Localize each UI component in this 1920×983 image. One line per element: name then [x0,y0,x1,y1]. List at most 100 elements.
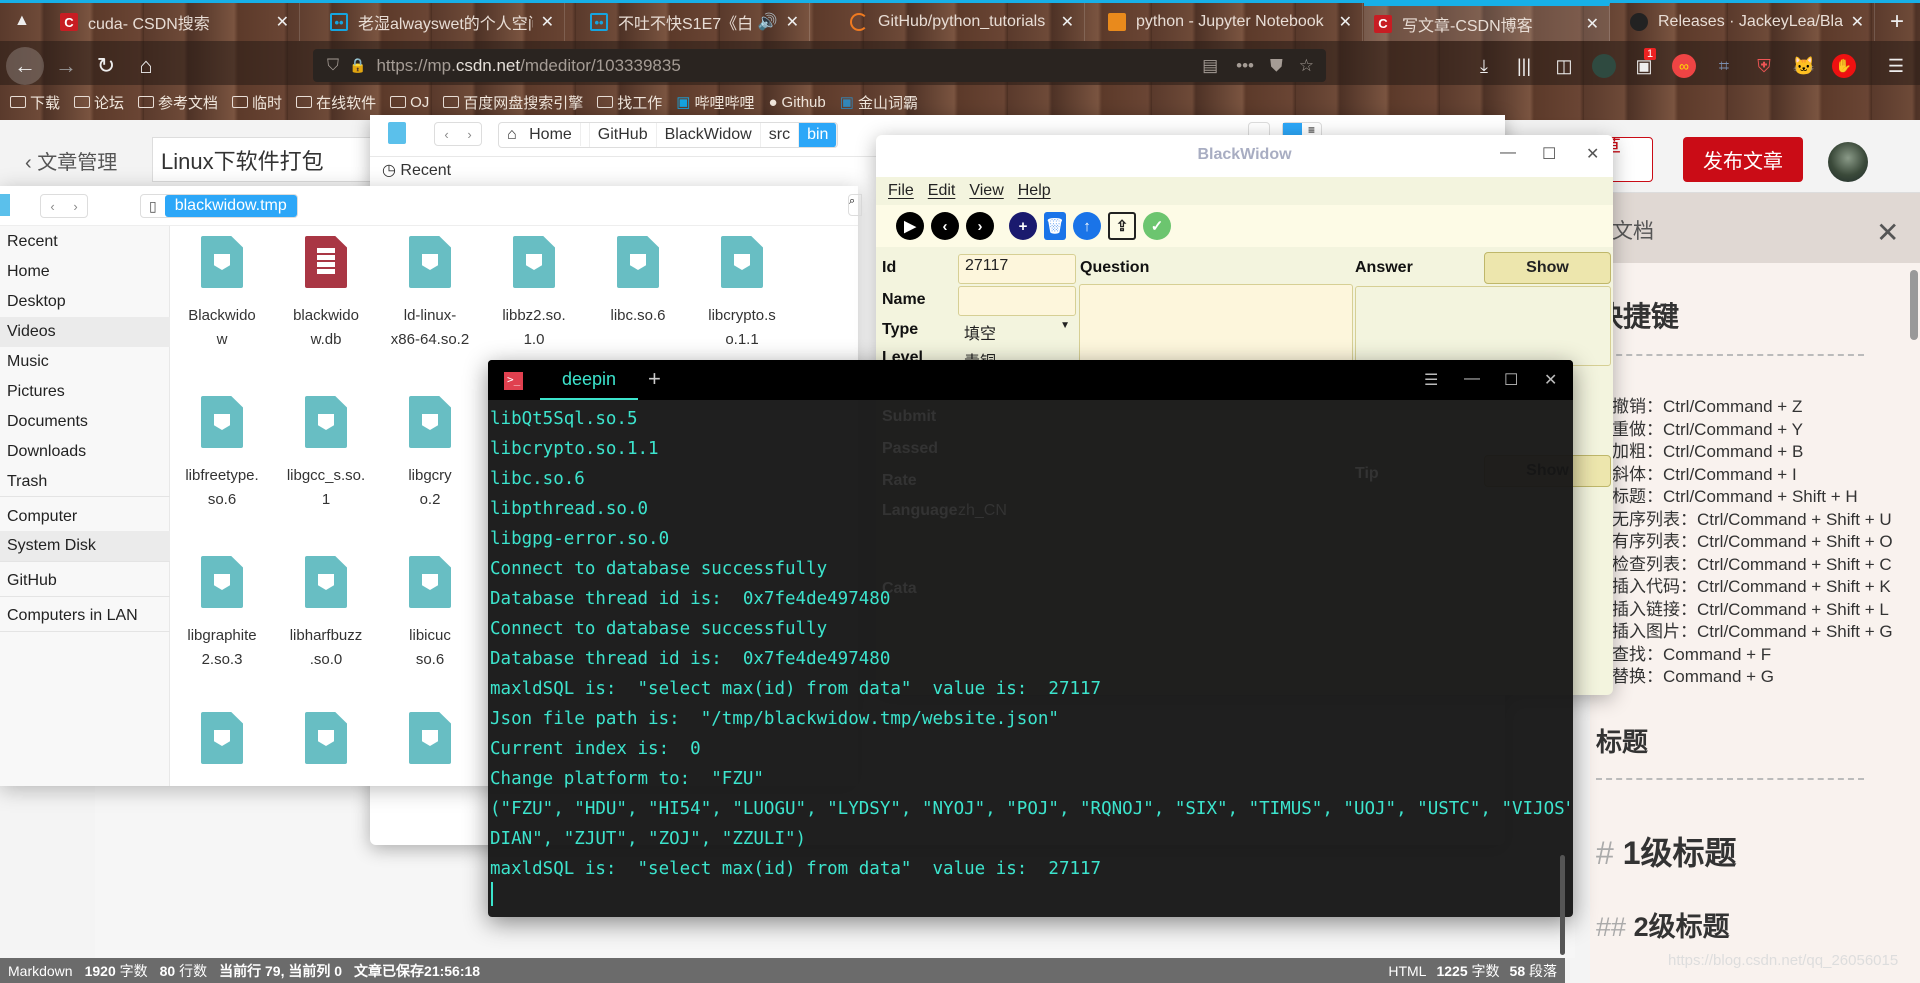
bookmark-folder[interactable]: 临时 [232,92,282,113]
home-button[interactable]: ⌂ [130,50,162,82]
type-select[interactable]: 填空 ▼ [958,318,1076,344]
path-current[interactable]: blackwidow.tmp [164,195,297,217]
maximize-button[interactable]: ☐ [1542,144,1556,164]
article-manage-link[interactable]: ‹ 文章管理 [25,146,117,175]
adblock-icon[interactable]: ✋ [1832,54,1856,78]
delete-button[interactable]: 🗑 [1044,212,1066,240]
bookmark-folder[interactable]: 参考文档 [138,92,218,113]
bookmark-link[interactable]: ● Github [768,94,825,111]
avatar[interactable] [1828,142,1868,182]
extension-icon[interactable]: ▣ 1 [1632,48,1657,78]
page-actions-icon[interactable]: ••• [1236,56,1254,76]
add-button[interactable]: + [1009,212,1037,240]
cat-extension-icon[interactable]: 🐱 [1792,54,1816,78]
shield-icon[interactable]: ⛉ [327,57,339,75]
breadcrumb-src[interactable]: src [761,123,800,147]
extension-avatar-icon[interactable] [1592,54,1616,78]
shield-extension-icon[interactable]: ⛨ [1752,54,1776,78]
back-button[interactable]: ← [6,47,44,85]
menu-view[interactable]: View [969,182,1003,200]
sidebar-item-computers-in-lan[interactable]: Computers in LAN [0,601,170,631]
sidebar-item-recent[interactable]: Recent [0,227,170,257]
article-title-input[interactable]: Linux下软件打包 [152,137,392,182]
sidebar-item-github[interactable]: GitHub [0,566,170,596]
file-item[interactable]: blackwido w.db [274,236,378,352]
previous-button[interactable]: ‹ [931,212,959,240]
file-item[interactable]: libbz2.so. 1.0 [482,236,586,352]
back-icon[interactable]: ‹ [444,127,448,142]
file-item[interactable] [170,712,274,780]
bookmark-folder[interactable]: 下载 [10,92,60,113]
close-tab-icon[interactable]: ✕ [1586,14,1599,34]
close-tab-icon[interactable]: ✕ [541,12,554,32]
menu-file[interactable]: File [888,182,914,200]
sidebar-item-documents[interactable]: Documents [0,407,170,437]
sidebar-item-music[interactable]: Music [0,347,170,377]
history-nav[interactable]: ‹ › [40,194,88,218]
question-text[interactable] [1079,284,1353,364]
terminal-maximize-button[interactable]: ☐ [1504,370,1518,390]
breadcrumb-home[interactable]: ⌂ Home [499,123,590,147]
tab-csdn-search[interactable]: C cuda- CSDN搜索 ✕ [50,3,300,41]
tab-bilibili-video[interactable]: •• 不吐不快S1E7《白雪公主》 🔊 ✕ [580,3,810,41]
infinity-extension-icon[interactable]: ∞ [1672,54,1696,78]
menu-icon[interactable]: ☰ [1884,54,1908,78]
bookmark-folder[interactable]: 论坛 [74,92,124,113]
bookmark-folder[interactable]: 找工作 [597,92,662,113]
breadcrumb-blackwidow[interactable]: BlackWidow [657,123,761,147]
file-item[interactable]: libfreetype. so.6 [170,396,274,512]
forward-icon[interactable]: › [73,199,77,214]
menu-edit[interactable]: Edit [928,182,956,200]
forward-icon[interactable]: › [467,127,471,142]
tab-csdn-write[interactable]: C 写文章-CSDN博客 ✕ [1364,3,1610,41]
pocket-icon[interactable]: ⛊ [1270,56,1283,76]
publish-button[interactable]: 发布文章 [1683,137,1803,182]
file-item[interactable]: libcrypto.s o.1.1 [690,236,794,352]
sidebar-item-pictures[interactable]: Pictures [0,377,170,407]
search-button[interactable]: ⌕ [848,194,862,216]
export-button[interactable]: ⇪ [1108,212,1136,240]
sidebar-item-home[interactable]: Home [0,257,170,287]
answer-text[interactable] [1355,286,1611,366]
tab-jupyter[interactable]: python - Jupyter Notebook ✕ [1098,3,1363,41]
bookmark-link[interactable]: ▣ 哔哩哔哩 [676,92,754,113]
id-field[interactable]: 27117 [958,254,1076,284]
close-tab-icon[interactable]: ✕ [1339,12,1352,32]
new-tab-button[interactable]: + [1890,8,1904,36]
tab-github-python[interactable]: GitHub/python_tutorials ✕ [840,3,1085,41]
close-button[interactable]: ✕ [1586,144,1599,164]
minimize-button[interactable]: — [1500,144,1516,162]
file-item[interactable]: libgcc_s.so. 1 [274,396,378,512]
breadcrumb-github[interactable]: GitHub [590,123,657,147]
bookmark-folder[interactable]: OJ [390,94,429,111]
file-item[interactable]: libharfbuzz .so.0 [274,556,378,672]
sidebar-icon[interactable]: ◫ [1552,54,1576,78]
download-icon[interactable]: ⤓ [1472,54,1496,78]
close-tab-icon[interactable]: ✕ [1061,12,1074,32]
close-icon[interactable]: ✕ [1876,216,1899,249]
lock-icon[interactable]: 🔒 [349,57,366,74]
speaker-icon[interactable]: 🔊 [758,12,778,32]
terminal-output[interactable]: libQt5Sql.so.5 libcrypto.so.1.1 libc.so.6 l… [490,404,1570,884]
terminal-tab[interactable]: deepin [540,360,638,400]
file-item[interactable]: libc.so.6 [586,236,690,328]
sidebar-item-desktop[interactable]: Desktop [0,287,170,317]
file-item[interactable] [378,712,482,780]
history-nav[interactable]: ‹ › [434,122,482,146]
name-field[interactable] [958,286,1076,316]
tab-github-releases[interactable]: Releases · JackeyLea/BlackWidow ✕ [1620,3,1875,41]
help-scrollbar[interactable] [1910,270,1918,340]
next-button[interactable]: › [966,212,994,240]
file-item[interactable]: libgcry o.2 [378,396,482,512]
terminal-scrollbar[interactable] [1560,855,1565,955]
check-location-button[interactable]: ✓ [1143,212,1171,240]
tab-bilibili-space[interactable]: •• 老湿alwayswet的个人空间 ✕ [320,3,565,41]
bookmark-link[interactable]: ▣ 金山词霸 [840,92,918,113]
terminal-minimize-button[interactable]: — [1464,370,1480,388]
bookmark-folder[interactable]: 百度网盘搜索引擎 [443,92,583,113]
file-item[interactable]: Blackwido w [170,236,274,352]
terminal-menu-button[interactable]: ☰ [1424,370,1438,390]
crop-icon[interactable]: ⌗ [1712,54,1736,78]
reader-view-icon[interactable]: ▤ [1202,56,1218,76]
new-terminal-tab-button[interactable]: + [648,366,661,392]
